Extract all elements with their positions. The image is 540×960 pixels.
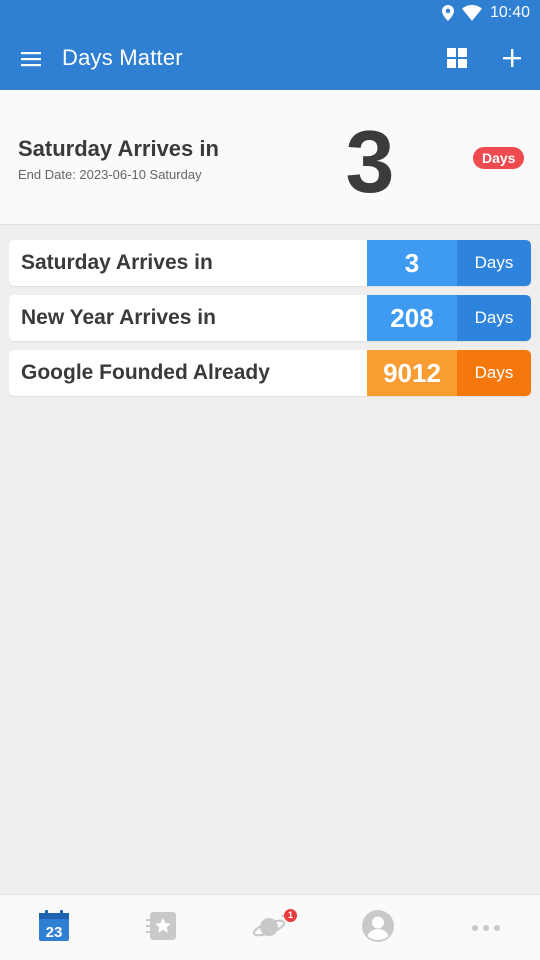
featured-end-date: End Date: 2023-06-10 Saturday — [18, 167, 202, 182]
profile-icon — [362, 909, 394, 947]
app-title: Days Matter — [62, 45, 183, 70]
tab-explore[interactable] — [216, 895, 324, 960]
event-list: Saturday Arrives in 3 Days New Year Arri… — [9, 240, 531, 405]
grid-view-icon[interactable] — [446, 47, 468, 69]
add-icon[interactable] — [501, 47, 523, 69]
event-count: 3 — [367, 240, 457, 286]
bottom-nav: 23 1 — [0, 894, 540, 960]
planet-icon — [252, 910, 288, 947]
status-bar: 10:40 — [0, 0, 540, 28]
event-unit: Days — [457, 240, 531, 286]
app-bar: Days Matter — [0, 28, 540, 90]
star-card-icon — [146, 910, 178, 947]
featured-count: 3 — [345, 112, 395, 211]
tab-highlights[interactable] — [108, 895, 216, 960]
more-icon — [470, 919, 502, 937]
location-icon — [441, 5, 454, 21]
featured-days-badge: Days — [473, 147, 525, 169]
calendar-day-text: 23 — [46, 924, 63, 941]
event-label: Saturday Arrives in — [21, 251, 213, 274]
calendar-icon: 23 — [38, 909, 70, 947]
tab-days[interactable]: 23 — [0, 895, 108, 960]
featured-title: Saturday Arrives in — [18, 136, 219, 161]
event-unit: Days — [457, 350, 531, 396]
featured-countdown[interactable]: Saturday Arrives in End Date: 2023-06-10… — [0, 90, 540, 225]
tab-profile[interactable] — [324, 895, 432, 960]
event-row-saturday[interactable]: Saturday Arrives in 3 Days — [9, 240, 531, 286]
event-label: New Year Arrives in — [21, 306, 216, 329]
menu-icon[interactable] — [20, 48, 42, 70]
event-unit: Days — [457, 295, 531, 341]
event-count: 208 — [367, 295, 457, 341]
clock-text: 10:40 — [489, 4, 530, 21]
event-row-new-year[interactable]: New Year Arrives in 208 Days — [9, 295, 531, 341]
event-count: 9012 — [367, 350, 457, 396]
event-label: Google Founded Already — [21, 361, 270, 384]
notification-badge: 1 — [284, 909, 297, 922]
wifi-icon — [461, 5, 482, 21]
tab-more[interactable] — [432, 895, 540, 960]
event-row-google[interactable]: Google Founded Already 9012 Days — [9, 350, 531, 396]
